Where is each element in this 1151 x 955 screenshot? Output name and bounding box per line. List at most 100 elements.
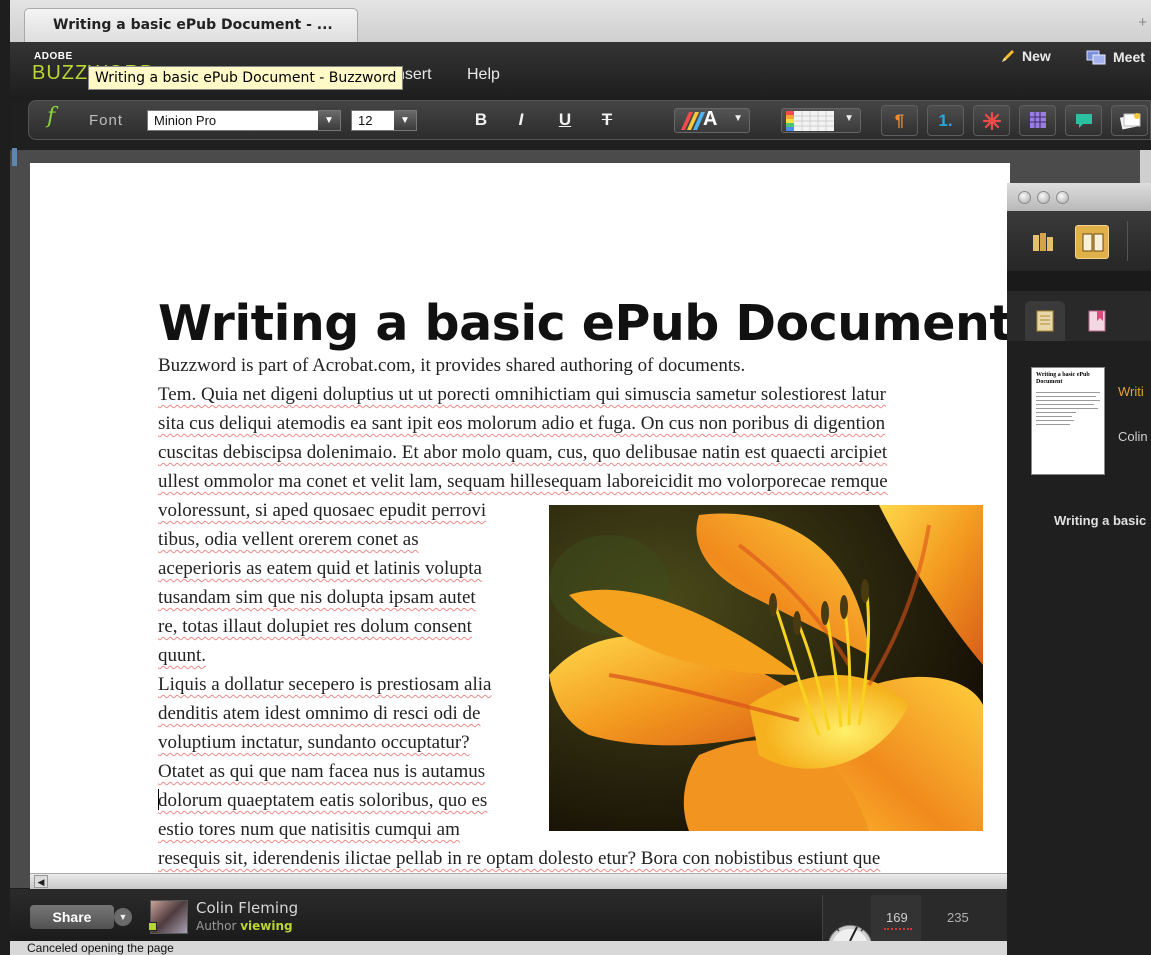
wrap-line-text: quunt. xyxy=(158,645,207,666)
scroll-left-icon[interactable]: ◀ xyxy=(34,875,48,888)
page-marker xyxy=(884,928,912,930)
paragraph-line-last[interactable]: resequis sit, iderendenis ilictae pellab… xyxy=(158,844,880,873)
browser-tab-active[interactable]: Writing a basic ePub Document - ... xyxy=(24,8,358,42)
zoom-window-icon[interactable] xyxy=(1056,191,1069,204)
user-role-text: Author xyxy=(196,919,237,933)
chevron-down-icon[interactable]: ▼ xyxy=(318,111,340,130)
numbering-button[interactable]: 1. xyxy=(927,105,964,136)
wrap-line[interactable]: Liquis a dollatur secepero is prestiosam… xyxy=(158,670,491,699)
underline-button[interactable]: U xyxy=(553,106,577,134)
table-button[interactable] xyxy=(1019,105,1056,136)
thumbnail-line xyxy=(1036,412,1076,413)
thumbnail-line xyxy=(1036,396,1096,397)
paragraph-line[interactable]: cuscitas debiscipsa dolenimaio. Et abor … xyxy=(158,438,887,467)
panel-titlebar[interactable] xyxy=(1007,183,1151,211)
wrap-line-text: re, totas illaut dolupiet res dolum cons… xyxy=(158,616,472,637)
book-view-button[interactable] xyxy=(1075,225,1109,259)
clock-gauge-icon[interactable] xyxy=(827,903,873,941)
wrap-line[interactable]: aceperioris as eatem quid et latinis vol… xyxy=(158,554,482,583)
function-icon[interactable]: f xyxy=(47,104,55,129)
shelf-view-button[interactable] xyxy=(1027,225,1061,259)
user-name: Colin Fleming xyxy=(196,899,299,917)
special-character-button[interactable] xyxy=(973,105,1010,136)
table-icon xyxy=(1029,112,1046,128)
menu-help[interactable]: Help xyxy=(467,66,500,84)
chevron-down-icon[interactable]: ▼ xyxy=(394,111,416,130)
panel-thumbnail-caption: Writing a basic xyxy=(1054,513,1147,528)
format-toolbar: f Font Minion Pro ▼ 12 ▼ B I U T A ▼ ▼ ¶… xyxy=(28,100,1151,140)
ruler-marker[interactable] xyxy=(12,148,17,166)
open-book-icon xyxy=(1082,233,1104,252)
document-title[interactable]: Writing a basic ePub Document xyxy=(158,295,1010,352)
wrap-line[interactable]: re, totas illaut dolupiet res dolum cons… xyxy=(158,612,472,641)
page-navigator[interactable]: 169 235 xyxy=(822,895,1010,941)
chevron-down-icon[interactable]: ▼ xyxy=(114,908,132,926)
wrap-line[interactable]: tibus, odia vellent orerem conet as xyxy=(158,525,419,554)
thumbnail-line xyxy=(1036,400,1100,401)
pencil-icon xyxy=(1002,50,1014,62)
wrap-line[interactable]: voluptium inctatur, sundanto occuptatur? xyxy=(158,728,470,757)
bold-button[interactable]: B xyxy=(469,106,493,134)
highlight-color-picker[interactable]: ▼ xyxy=(781,108,861,133)
document-thumbnail[interactable]: Writing a basic ePub Document xyxy=(1031,367,1105,475)
current-page-box[interactable]: 169 xyxy=(871,895,921,941)
font-family-select[interactable]: Minion Pro ▼ xyxy=(147,110,341,131)
wrap-line[interactable]: dolorum quaeptatem eatis soloribus, quo … xyxy=(158,786,487,815)
wrap-line[interactable]: estio tores num que natisitis cumqui am xyxy=(158,815,460,844)
toolbar-divider xyxy=(1127,221,1128,261)
brand-adobe-label: ADOBE xyxy=(34,51,73,62)
paragraph-button[interactable]: ¶ xyxy=(881,105,918,136)
paragraph-intro[interactable]: Buzzword is part of Acrobat.com, it prov… xyxy=(158,351,745,380)
font-size-value: 12 xyxy=(358,113,373,128)
wrap-line-text: aceperioris as eatem quid et latinis vol… xyxy=(158,558,482,579)
panel-document-title[interactable]: Writi xyxy=(1118,384,1144,399)
wrap-line[interactable]: quunt. xyxy=(158,641,206,670)
chevron-down-icon[interactable]: ▼ xyxy=(733,113,743,124)
text-color-glyph: A xyxy=(703,108,718,130)
text-color-picker[interactable]: A ▼ xyxy=(674,108,750,133)
wrap-line[interactable]: tusandam sim que nis dolupta ipsam autet xyxy=(158,583,476,612)
new-tab-button[interactable]: + xyxy=(1138,14,1147,31)
strikethrough-button[interactable]: T xyxy=(595,106,619,134)
italic-button[interactable]: I xyxy=(509,106,533,134)
paragraph-line-text: sita cus deliqui atemodis ea sant ipit e… xyxy=(158,413,886,434)
paragraph-line-text: resequis sit, iderendenis ilictae pellab… xyxy=(158,848,881,869)
wrap-line-text: voloressunt, si aped quosaec epudit perr… xyxy=(158,500,487,521)
paragraph-line[interactable]: Tem. Quia net digeni doluptius ut ut por… xyxy=(158,380,886,409)
chevron-down-icon[interactable]: ▼ xyxy=(844,113,854,124)
minimize-window-icon[interactable] xyxy=(1037,191,1050,204)
wrap-line[interactable]: denditis atem idest omnimo di resci odi … xyxy=(158,699,480,728)
lily-flower-photo[interactable] xyxy=(549,505,983,831)
paragraph-line[interactable]: sita cus deliqui atemodis ea sant ipit e… xyxy=(158,409,885,438)
user-role: Author viewing xyxy=(196,919,293,933)
wrap-line-text: Otatet as qui que nam facea nus is autam… xyxy=(158,761,486,782)
new-button[interactable]: New xyxy=(1000,48,1051,64)
bookmark-icon xyxy=(1088,310,1106,332)
tab-library[interactable] xyxy=(1025,301,1065,341)
tab-bookmarks[interactable] xyxy=(1077,301,1117,341)
comment-button[interactable] xyxy=(1065,105,1102,136)
meet-button[interactable]: Meet xyxy=(1085,48,1145,66)
total-pages: 235 xyxy=(947,910,969,925)
bottom-bar: Share ▼ Colin Fleming Author viewing 169… xyxy=(10,889,1010,941)
document-page[interactable]: Writing a basic ePub Document Buzzword i… xyxy=(30,163,1010,873)
image-insert-button[interactable] xyxy=(1111,105,1148,136)
presence-indicator xyxy=(148,922,157,931)
status-bar: Canceled opening the page xyxy=(10,941,1010,955)
wrap-line[interactable]: Otatet as qui que nam facea nus is autam… xyxy=(158,757,485,786)
font-size-select[interactable]: 12 ▼ xyxy=(351,110,417,131)
thumbnail-line xyxy=(1036,420,1074,421)
thumbnail-line xyxy=(1036,408,1098,409)
tab-tooltip: Writing a basic ePub Document - Buzzword xyxy=(88,66,404,90)
vertical-scrollbar[interactable] xyxy=(1140,150,1151,184)
wrap-line-text: estio tores num que natisitis cumqui am xyxy=(158,819,460,840)
wrap-line[interactable]: voloressunt, si aped quosaec epudit perr… xyxy=(158,496,486,525)
thumbnail-line xyxy=(1036,404,1094,405)
paragraph-line[interactable]: ullest ommolor ma conet et velit lam, se… xyxy=(158,467,888,496)
close-window-icon[interactable] xyxy=(1018,191,1031,204)
highlight-grid-icon xyxy=(786,111,834,131)
status-text: Canceled opening the page xyxy=(27,941,174,955)
share-button[interactable]: Share xyxy=(30,905,114,929)
horizontal-scrollbar[interactable]: ◀ xyxy=(30,873,1010,889)
thumbnail-line xyxy=(1036,416,1072,417)
